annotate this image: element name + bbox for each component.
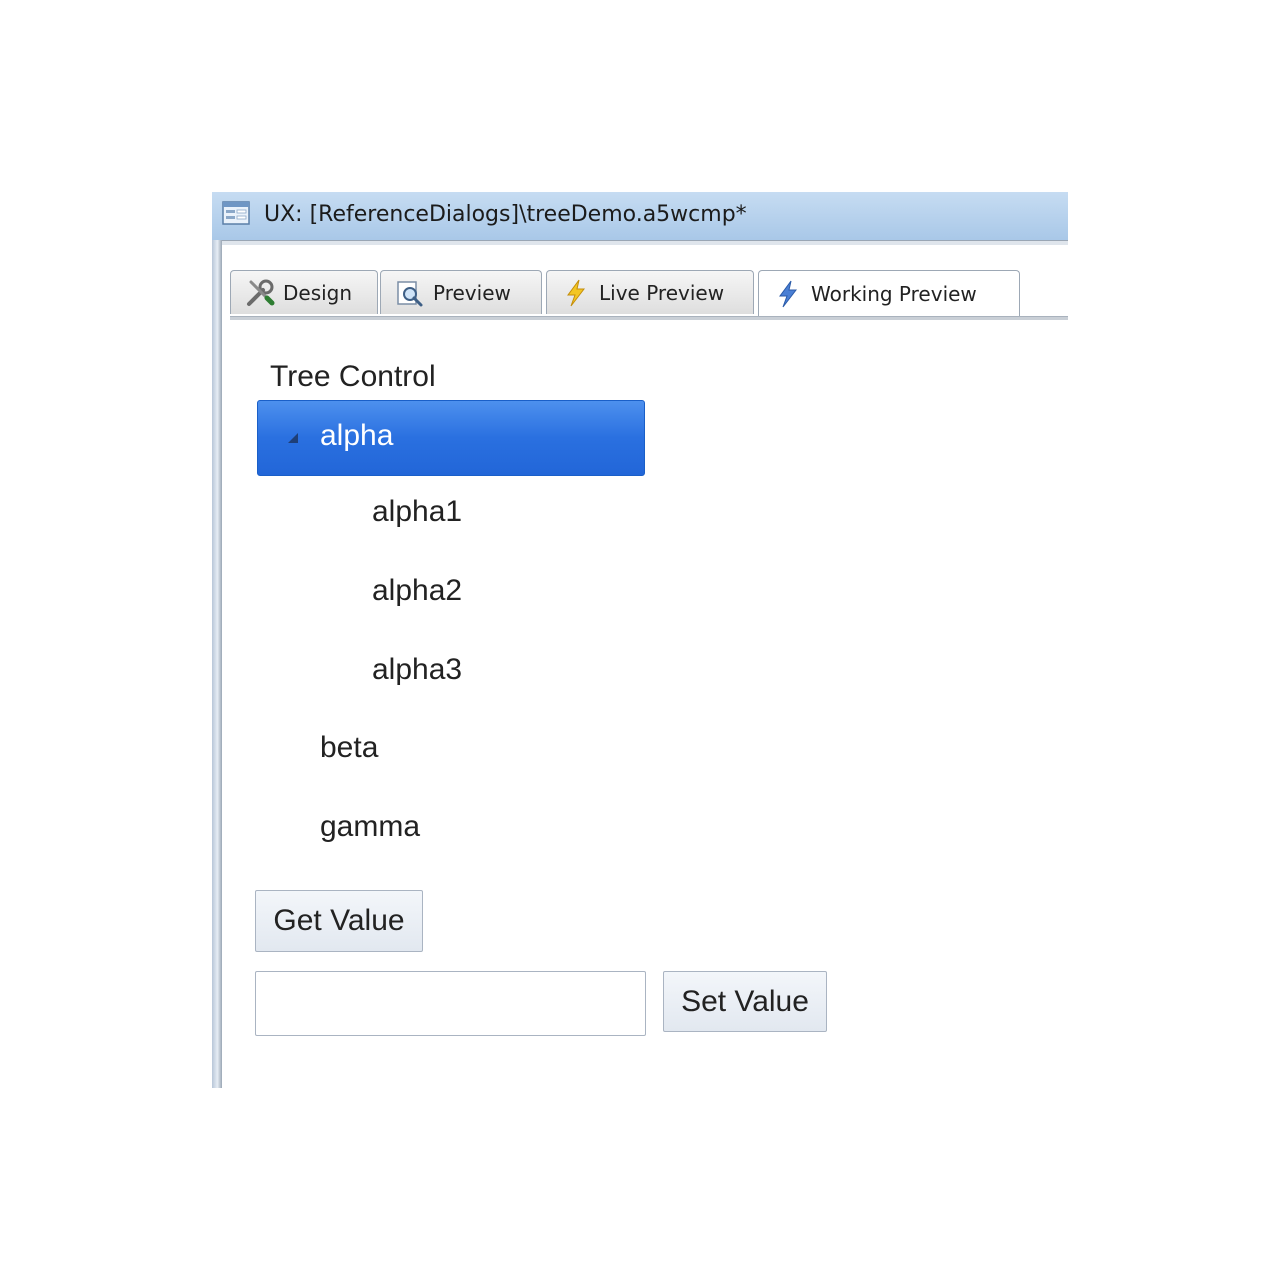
tab-working-preview-label: Working Preview [811,281,977,306]
tree-node-label: alpha [320,419,394,452]
tab-strip: Design Preview Live Preview Working Prev… [230,270,1068,320]
lightning-icon [779,280,798,307]
tree-node-label: alpha2 [372,574,463,607]
magnifier-page-icon [397,280,423,306]
tree-node-gamma[interactable]: gamma [320,810,420,844]
set-value-button[interactable]: Set Value [663,971,827,1032]
wrench-screwdriver-icon [247,279,275,306]
title-bar: UX: [ReferenceDialogs]\treeDemo.a5wcmp* [212,192,1068,240]
tree-node-beta[interactable]: beta [320,731,378,765]
window-form-icon [222,201,250,225]
tab-design[interactable]: Design [230,270,378,314]
window-title: UX: [ReferenceDialogs]\treeDemo.a5wcmp* [264,202,747,227]
tab-live-preview[interactable]: Live Preview [546,270,754,314]
get-value-button[interactable]: Get Value [255,890,423,952]
tree-node-label: alpha1 [372,495,463,528]
tab-preview-label: Preview [433,280,511,305]
tab-live-preview-label: Live Preview [599,280,725,305]
tree-node-label: beta [320,731,379,764]
tab-design-label: Design [283,280,353,305]
tree-node-label: alpha3 [372,653,463,686]
tree-node-alpha3[interactable]: alpha3 [372,653,462,687]
lightning-icon [567,279,586,306]
window-frame-left [212,240,222,1088]
preview-content: Tree Control alpha alpha1 alpha2 alpha3 … [222,320,1068,1088]
tab-preview[interactable]: Preview [380,270,542,314]
tree-node-alpha2[interactable]: alpha2 [372,574,462,608]
value-input[interactable] [255,971,646,1036]
tree-node-label: gamma [320,810,421,843]
collapse-arrow-icon[interactable] [288,433,298,443]
app-window: UX: [ReferenceDialogs]\treeDemo.a5wcmp* … [212,192,1068,1088]
tab-working-preview[interactable]: Working Preview [758,270,1020,316]
tree-node-alpha[interactable]: alpha [257,400,645,476]
tree-control-label: Tree Control [270,360,436,393]
tree-node-alpha1[interactable]: alpha1 [372,495,462,529]
window-frame-top [222,240,1068,245]
